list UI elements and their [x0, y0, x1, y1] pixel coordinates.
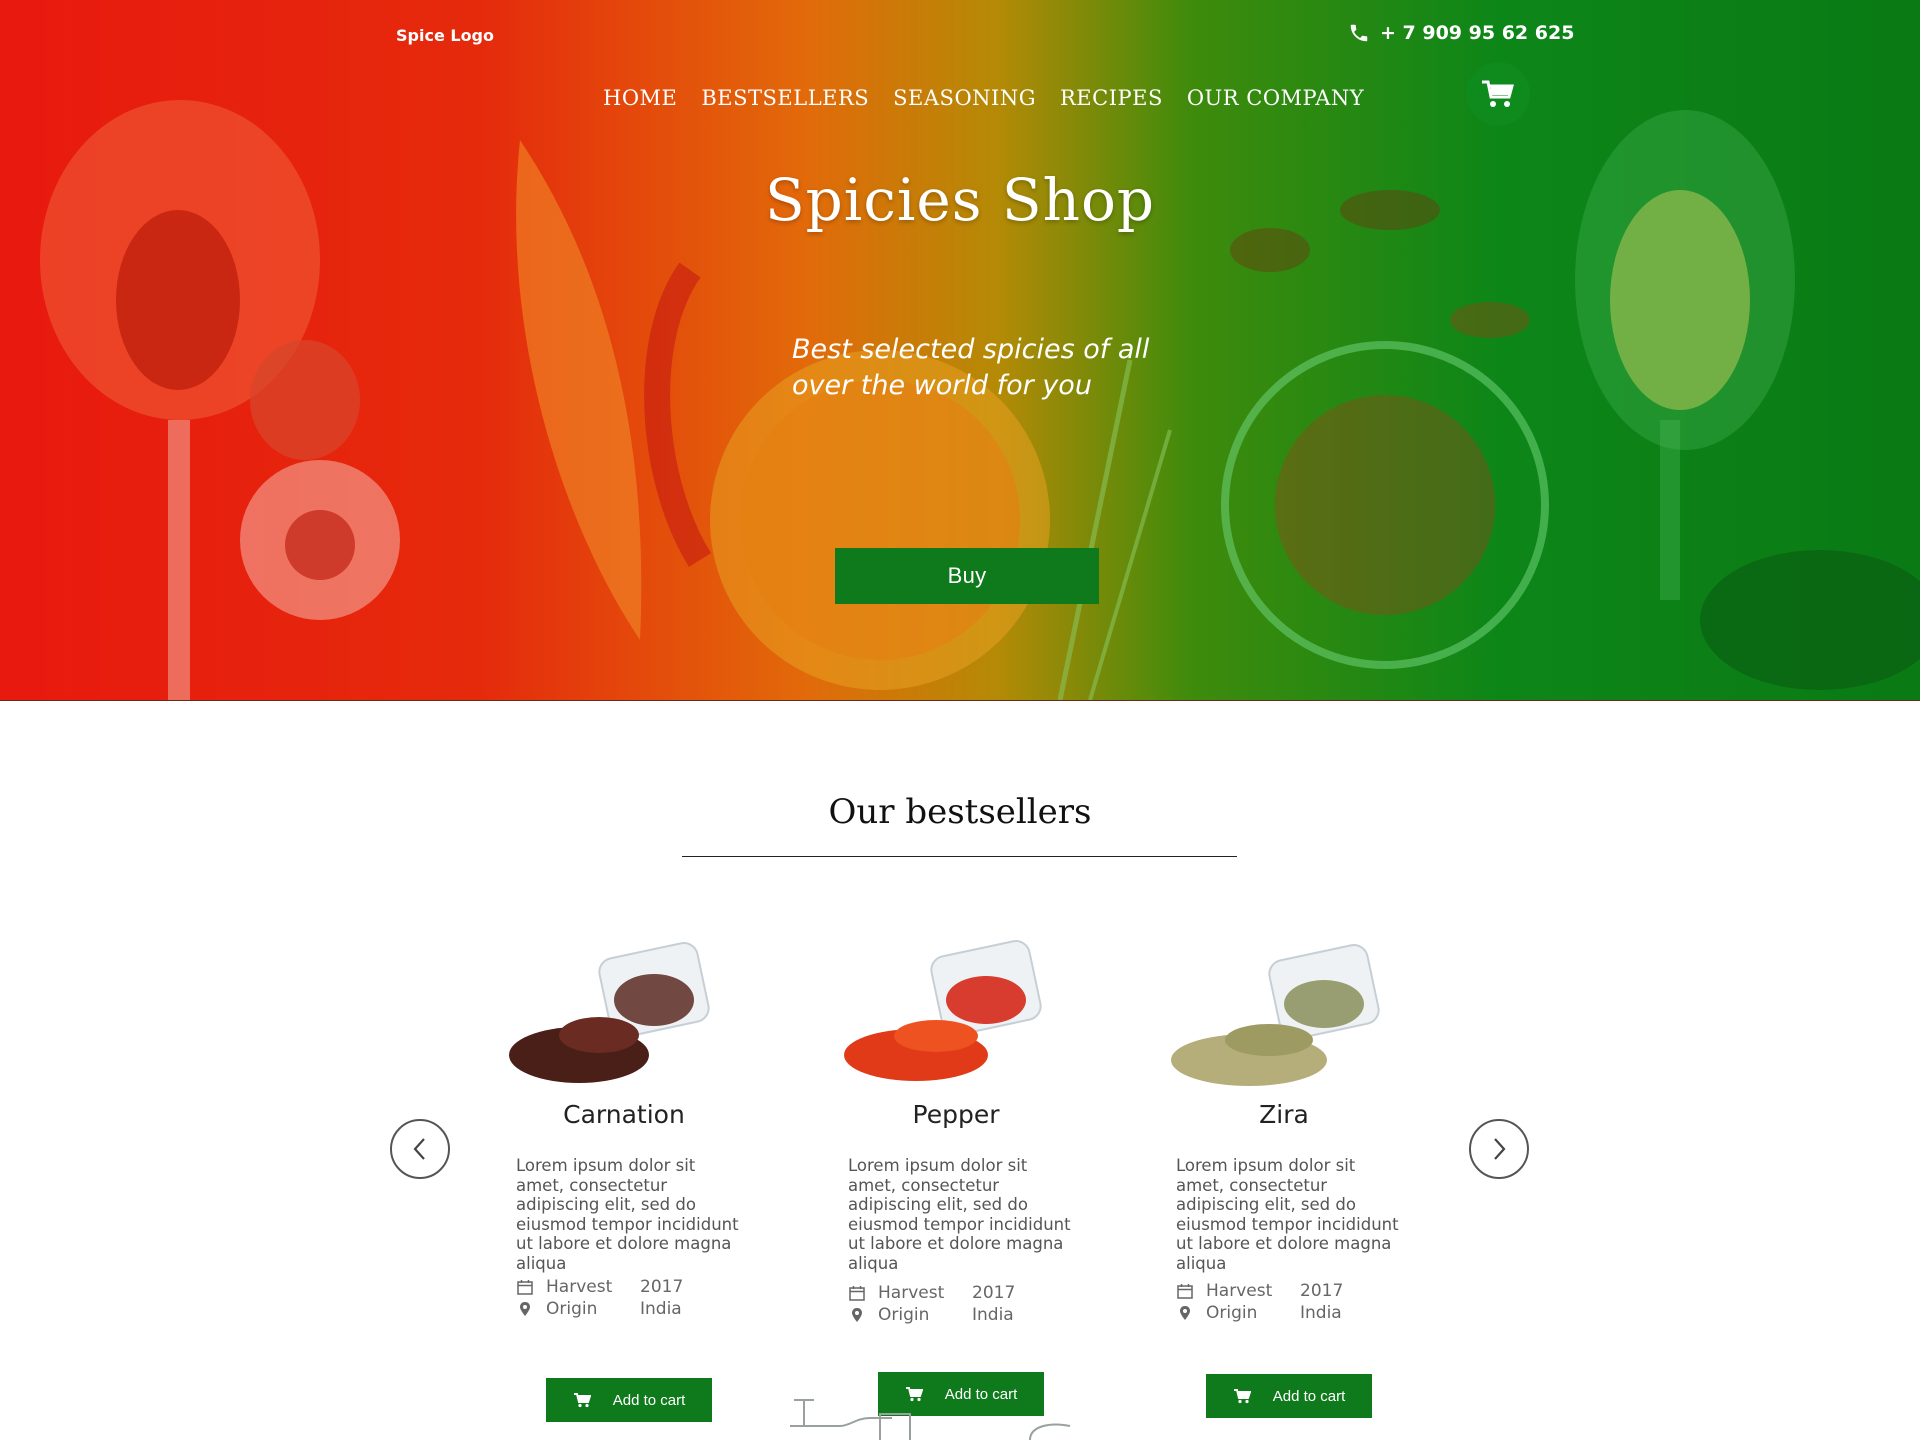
carousel-next-button[interactable]	[1469, 1119, 1529, 1179]
map-pin-icon	[848, 1306, 866, 1324]
cart-button[interactable]	[1466, 62, 1530, 126]
phone-number: + 7 909 95 62 625	[1380, 22, 1575, 44]
hero-banner: Spice Logo + 7 909 95 62 625 HOME BESTSE…	[0, 0, 1920, 701]
origin-value: India	[972, 1305, 1014, 1325]
map-pin-icon	[1176, 1304, 1194, 1322]
bestsellers-title: Our bestsellers	[828, 792, 1092, 832]
calendar-icon	[848, 1284, 866, 1302]
origin-label: Origin	[878, 1305, 930, 1325]
phone-icon	[1350, 24, 1368, 42]
spice-grinder-illustration	[790, 1399, 1071, 1440]
carousel-prev-button[interactable]	[390, 1119, 450, 1179]
calendar-icon	[516, 1278, 534, 1296]
origin-value: India	[1300, 1303, 1342, 1323]
harvest-label: Harvest	[546, 1277, 613, 1297]
add-to-cart-button[interactable]: Add to cart	[546, 1378, 712, 1422]
hero-title: Spicies Shop	[764, 166, 1156, 234]
nav-home[interactable]: HOME	[603, 86, 677, 110]
map-pin-icon	[516, 1300, 534, 1318]
product-image-carnation	[509, 942, 710, 1083]
chevron-right-icon	[1494, 1138, 1506, 1160]
harvest-label: Harvest	[1206, 1281, 1273, 1301]
chevron-left-icon	[413, 1138, 425, 1160]
product-meta: Harvest 2017 Origin India	[848, 1282, 1068, 1326]
calendar-icon	[1176, 1282, 1194, 1300]
origin-value: India	[640, 1299, 682, 1319]
nav-bestsellers[interactable]: BESTSELLERS	[701, 86, 869, 110]
add-to-cart-label: Add to cart	[612, 1391, 686, 1409]
add-to-cart-button[interactable]: Add to cart	[1206, 1374, 1372, 1418]
harvest-label: Harvest	[878, 1283, 945, 1303]
nav-seasoning[interactable]: SEASONING	[893, 86, 1036, 110]
hero-subtitle: Best selected spicies of all over the wo…	[792, 334, 1150, 401]
cart-icon	[1482, 80, 1514, 107]
product-description: Lorem ipsum dolor sit amet, consectetur …	[516, 1156, 739, 1273]
main-nav: HOME BESTSELLERS SEASONING RECIPES OUR C…	[603, 86, 1364, 110]
product-meta: Harvest 2017 Origin India	[1176, 1280, 1396, 1324]
product-image-zira	[1171, 944, 1380, 1086]
origin-label: Origin	[1206, 1303, 1258, 1323]
buy-button[interactable]: Buy	[835, 548, 1099, 604]
phone-contact[interactable]: + 7 909 95 62 625	[1348, 22, 1574, 44]
origin-label: Origin	[546, 1299, 598, 1319]
harvest-value: 2017	[640, 1277, 684, 1297]
product-description: Lorem ipsum dolor sit amet, consectetur …	[1176, 1156, 1399, 1273]
title-divider	[682, 856, 1237, 857]
cart-icon	[1233, 1389, 1251, 1404]
product-description: Lorem ipsum dolor sit amet, consectetur …	[848, 1156, 1071, 1273]
harvest-value: 2017	[972, 1283, 1016, 1303]
nav-recipes[interactable]: RECIPES	[1060, 86, 1163, 110]
product-name: Carnation	[563, 1100, 685, 1129]
product-name: Pepper	[912, 1100, 1000, 1129]
harvest-value: 2017	[1300, 1281, 1344, 1301]
product-image-pepper	[844, 940, 1042, 1081]
product-name: Zira	[1259, 1100, 1309, 1129]
site-logo[interactable]: Spice Logo	[396, 26, 494, 45]
nav-our-company[interactable]: OUR COMPANY	[1187, 86, 1364, 110]
product-meta: Harvest 2017 Origin India	[516, 1276, 736, 1320]
cart-icon	[573, 1393, 591, 1408]
add-to-cart-label: Add to cart	[1272, 1387, 1346, 1405]
